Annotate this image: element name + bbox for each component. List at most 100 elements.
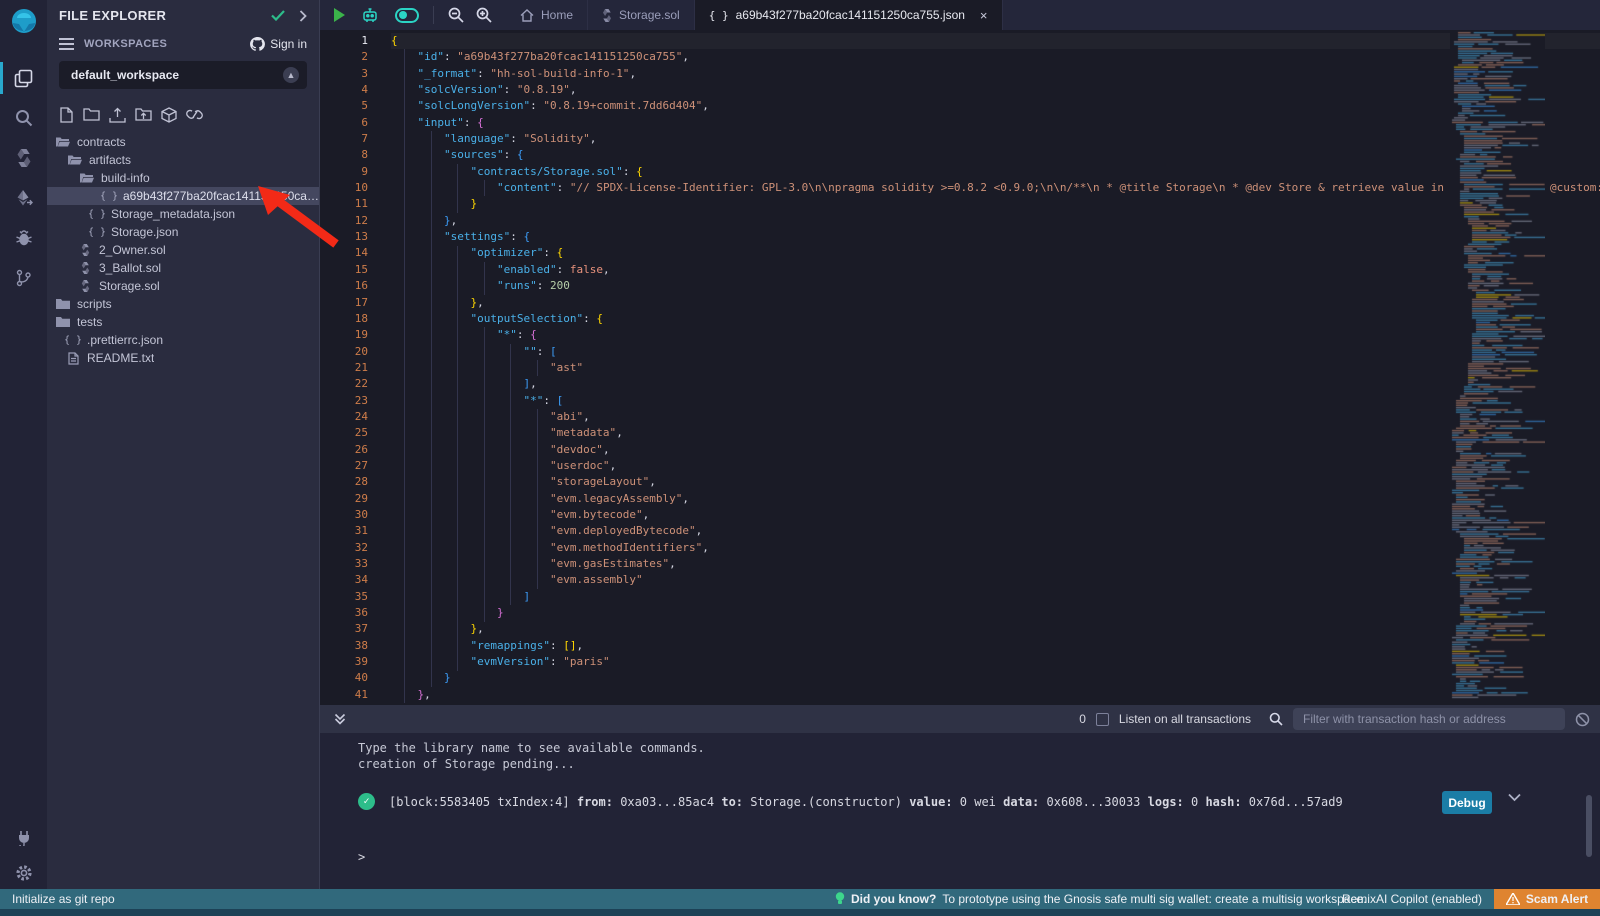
code-line: } [391,196,1600,212]
line-number: 35 [320,589,380,605]
line-number: 5 [320,98,380,114]
sidebar-item-file-explorer[interactable] [0,58,47,98]
sidebar-item-plugin-manager[interactable] [0,817,47,857]
terminal-scrollbar[interactable] [1586,795,1592,857]
line-number: 28 [320,474,380,490]
indent-guide [404,49,405,703]
zoom-out-icon[interactable] [448,7,464,23]
collapse-chevron-icon[interactable] [299,10,307,22]
tree-item-scripts[interactable]: scripts [47,295,319,313]
tree-item-label: 2_Owner.sol [99,243,166,257]
tab-home[interactable]: Home [506,0,588,30]
scam-alert-button[interactable]: Scam Alert [1494,889,1600,909]
transaction-filter-input[interactable] [1293,708,1565,730]
zoom-in-icon[interactable] [476,7,492,23]
tree-item-label: .prettierrc.json [87,333,163,347]
tree-item-tests[interactable]: tests [47,313,319,331]
tree-item-storage-sol[interactable]: Storage.sol [47,277,319,295]
remixai-robot-icon[interactable] [361,7,379,24]
tab-build-info-json[interactable]: { } a69b43f277ba20fcac141151250ca755.jso… [695,0,1003,30]
copilot-toggle[interactable] [395,8,419,23]
new-folder-icon[interactable] [83,107,100,123]
copilot-status: RemixAI Copilot (enabled) [1342,889,1482,909]
tx-expand-chevron-icon[interactable] [1508,793,1521,802]
line-number: 23 [320,393,380,409]
tx-log-text: [block:5583405 txIndex:4] from: 0xa03...… [389,795,1343,809]
ban-icon[interactable] [1575,712,1590,727]
sidebar-item-debugger[interactable] [0,218,47,258]
tree-item-2-owner-sol[interactable]: 2_Owner.sol [47,241,319,259]
tab-storage-sol[interactable]: Storage.sol [588,0,695,30]
tree-item-storage-metadata-json[interactable]: { }Storage_metadata.json [47,205,319,223]
code-line: "_format": "hh-sol-build-info-1", [391,66,1600,82]
code-line: ], [391,376,1600,392]
tree-item-contracts[interactable]: contracts [47,133,319,151]
indent-guide [537,360,538,376]
tree-item-readme-txt[interactable]: README.txt [47,349,319,367]
ipfs-box-icon[interactable] [161,107,177,123]
tree-item-artifacts[interactable]: artifacts [47,151,319,169]
link-icon[interactable] [186,107,203,123]
code-line: }, [391,621,1600,637]
tree-item-label: Storage.sol [99,279,160,293]
code-line: } [391,605,1600,621]
terminal[interactable]: Type the library name to see available c… [320,733,1600,889]
line-number: 41 [320,687,380,703]
code-line: "evm.deployedBytecode", [391,523,1600,539]
github-sign-in-button[interactable]: Sign in [250,37,307,51]
expand-terminal-icon[interactable] [334,713,346,725]
json-file-icon: { } [709,9,729,22]
home-icon [520,9,534,22]
line-number: 3 [320,66,380,82]
line-number: 20 [320,344,380,360]
sidebar-item-deploy-run[interactable] [0,178,47,218]
hamburger-icon[interactable] [59,38,74,50]
file-explorer-panel: FILE EXPLORER WORKSPACES Sign in default… [47,0,320,889]
tree-item-label: 3_Ballot.sol [99,261,161,275]
code-line: "id": "a69b43f277ba20fcac141151250ca755"… [391,49,1600,65]
file-explorer-toolbar [47,99,319,133]
code-line: "runs": 200 [391,278,1600,294]
run-script-play-icon[interactable] [334,8,345,22]
upload-folder-icon[interactable] [135,107,152,123]
code-line: "userdoc", [391,458,1600,474]
init-git-repo-button[interactable]: Initialize as git repo [12,889,115,909]
code-line: "evmVersion": "paris" [391,654,1600,670]
tree-item-label: scripts [77,297,112,311]
status-bar: Initialize as git repo Did you know? To … [0,889,1600,909]
solidity-icon [77,262,93,274]
line-number: 7 [320,131,380,147]
sidebar-item-search[interactable] [0,98,47,138]
line-number: 40 [320,670,380,686]
listen-transactions-checkbox[interactable] [1096,713,1109,726]
new-file-icon[interactable] [59,107,74,123]
workspace-select[interactable]: default_workspace ▲ [59,61,307,89]
tree-item--prettierrc-json[interactable]: { }.prettierrc.json [47,331,319,349]
line-number: 38 [320,638,380,654]
tree-item-storage-json[interactable]: { }Storage.json [47,223,319,241]
remix-logo-icon[interactable] [0,0,47,44]
sidebar-item-settings[interactable] [0,857,47,889]
transaction-log-row[interactable]: ✓ [block:5583405 txIndex:4] from: 0xa03.… [358,793,1500,810]
sidebar-item-git[interactable] [0,258,47,298]
minimap[interactable] [1450,30,1545,705]
upload-file-icon[interactable] [109,107,126,123]
code-line: "*": [ [391,393,1600,409]
remix-ide-window: FILE EXPLORER WORKSPACES Sign in default… [0,0,1600,916]
code-line: "evm.methodIdentifiers", [391,540,1600,556]
solidity-icon [77,280,93,292]
code-line: "evm.legacyAssembly", [391,491,1600,507]
folder-open-icon [67,154,83,166]
code-editor[interactable]: 1234567891011121314151617181920212223242… [320,30,1600,705]
workspace-selected-value: default_workspace [71,68,283,82]
sidebar-item-solidity-compiler[interactable] [0,138,47,178]
line-number: 22 [320,376,380,392]
close-tab-icon[interactable]: × [980,8,988,23]
debug-button[interactable]: Debug [1442,791,1492,814]
workspaces-label: WORKSPACES [84,38,250,50]
code-line: "outputSelection": { [391,311,1600,327]
tree-item-3-ballot-sol[interactable]: 3_Ballot.sol [47,259,319,277]
line-number: 27 [320,458,380,474]
tree-item-build-info[interactable]: build-info [47,169,319,187]
tree-item-a69b43f277ba20fcac141151250ca7-[interactable]: { }a69b43f277ba20fcac141151250ca7... [47,187,319,205]
